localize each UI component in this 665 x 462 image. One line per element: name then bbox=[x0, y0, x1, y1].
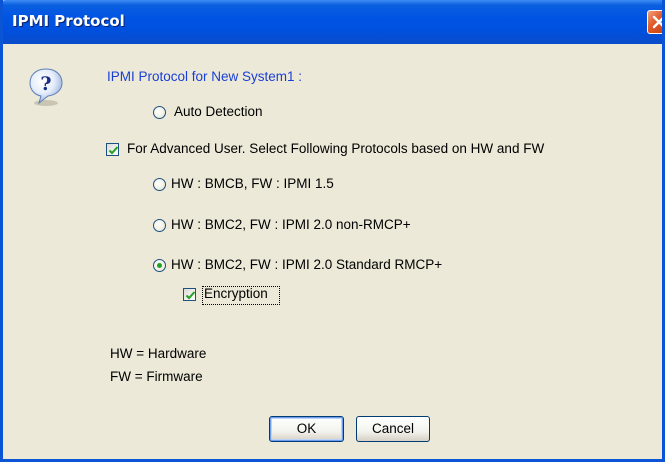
protocol-radio-bmc2-standard-rmcp[interactable] bbox=[153, 259, 166, 272]
protocol-radio-bmcb-ipmi15[interactable] bbox=[153, 178, 166, 191]
protocol-label-bmcb-ipmi15[interactable]: HW : BMCB, FW : IPMI 1.5 bbox=[171, 176, 334, 191]
protocol-label-bmc2-standard-rmcp[interactable]: HW : BMC2, FW : IPMI 2.0 Standard RMCP+ bbox=[171, 257, 442, 272]
title-bar[interactable]: IPMI Protocol bbox=[3, 0, 662, 44]
question-icon: ? bbox=[29, 68, 63, 106]
advanced-user-checkbox[interactable] bbox=[106, 143, 119, 156]
auto-detection-label[interactable]: Auto Detection bbox=[174, 104, 263, 119]
dialog-body: ? IPMI Protocol for New System1 : Auto D… bbox=[3, 44, 662, 459]
protocol-radio-bmc2-non-rmcp[interactable] bbox=[153, 219, 166, 232]
dialog-heading: IPMI Protocol for New System1 : bbox=[107, 69, 303, 84]
legend-firmware: FW = Firmware bbox=[110, 369, 203, 384]
window-title: IPMI Protocol bbox=[12, 12, 125, 30]
ipmi-protocol-dialog: IPMI Protocol ? IPMI Protocol for New Sy… bbox=[0, 0, 665, 462]
cancel-button[interactable]: Cancel bbox=[356, 416, 430, 442]
close-button[interactable] bbox=[647, 10, 662, 34]
legend-hardware: HW = Hardware bbox=[110, 346, 207, 361]
encryption-label[interactable]: Encryption bbox=[204, 286, 268, 301]
encryption-checkbox[interactable] bbox=[183, 288, 196, 301]
checkmark-icon bbox=[185, 291, 196, 300]
close-icon bbox=[652, 15, 662, 29]
advanced-user-label[interactable]: For Advanced User. Select Following Prot… bbox=[127, 141, 544, 156]
auto-detection-radio[interactable] bbox=[153, 106, 166, 119]
protocol-label-bmc2-non-rmcp[interactable]: HW : BMC2, FW : IPMI 2.0 non-RMCP+ bbox=[171, 217, 411, 232]
ok-button[interactable]: OK bbox=[269, 416, 344, 442]
checkmark-icon bbox=[108, 146, 119, 155]
svg-text:?: ? bbox=[40, 73, 51, 95]
